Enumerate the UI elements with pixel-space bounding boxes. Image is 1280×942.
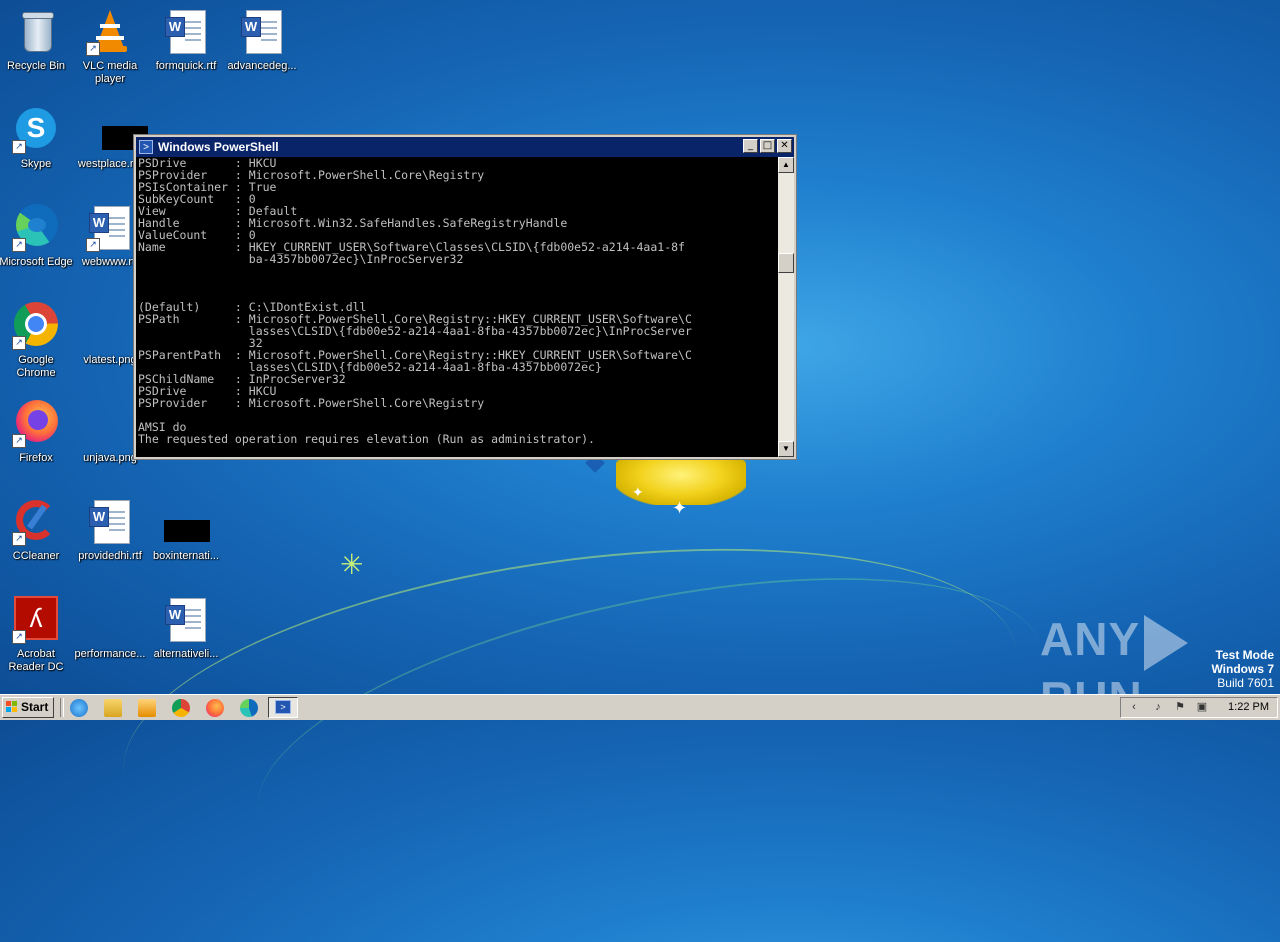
- desktop-icon-performance[interactable]: performance...: [72, 596, 148, 661]
- powershell-window[interactable]: > Windows PowerShell _ □ ✕ PSDrive : HKC…: [133, 134, 797, 460]
- shortcut-arrow-icon: ↗: [12, 238, 26, 252]
- chrome-taskbar-icon[interactable]: [172, 699, 190, 717]
- edge-taskbar-icon[interactable]: [240, 699, 258, 717]
- volume-icon[interactable]: ♪: [1151, 701, 1165, 714]
- tray-expand-icon[interactable]: ‹: [1127, 701, 1141, 714]
- windows-version-line: Windows 7: [1211, 662, 1274, 676]
- chrome-icon: ↗: [12, 302, 60, 350]
- test-mode-line: Test Mode: [1215, 648, 1274, 662]
- action-center-flag-icon[interactable]: ⚑: [1173, 701, 1187, 714]
- desktop-icon-advancedeg[interactable]: W advancedeg...: [224, 8, 300, 73]
- desktop-icon-skype[interactable]: S ↗ Skype: [0, 106, 74, 171]
- desktop-icon-firefox[interactable]: ↗ Firefox: [0, 400, 74, 465]
- desktop-icon-label: Google Chrome: [16, 354, 56, 379]
- desktop-icon-acrobat[interactable]: ʎ ↗ Acrobat Reader DC: [0, 596, 74, 674]
- image-file-icon: [86, 302, 134, 350]
- taskbar: Start > ‹ ♪ ⚑ ▣ 1:22 PM: [0, 694, 1280, 720]
- start-button[interactable]: Start: [2, 697, 54, 718]
- taskbar-separator: [60, 698, 64, 717]
- shortcut-arrow-icon: ↗: [12, 434, 26, 448]
- wallpaper-sparkle: ✦: [632, 484, 644, 500]
- word-document-icon: W ↗: [86, 204, 134, 252]
- shortcut-arrow-icon: ↗: [86, 42, 100, 56]
- test-mode-notice: Test Mode Windows 7 Build 7601: [1211, 648, 1274, 690]
- desktop-icon-edge[interactable]: ↗ Microsoft Edge: [0, 204, 74, 269]
- desktop-icon-label: Recycle Bin: [6, 60, 66, 72]
- desktop-icon-label: VLC media player: [82, 60, 138, 85]
- desktop-icon-providedhi[interactable]: W providedhi.rtf: [72, 498, 148, 563]
- shortcut-arrow-icon: ↗: [12, 630, 26, 644]
- image-thumbnail-icon: [162, 498, 210, 546]
- desktop-icon-recycle-bin[interactable]: Recycle Bin: [0, 8, 74, 73]
- word-document-icon: W: [162, 596, 210, 644]
- wallpaper-sparkle: ✦: [672, 498, 688, 518]
- play-logo-icon: [1144, 614, 1189, 671]
- shortcut-arrow-icon: ↗: [12, 140, 26, 154]
- desktop-icon-label: advancedeg...: [227, 60, 297, 72]
- build-line: Build 7601: [1217, 676, 1274, 690]
- vlc-cone-icon: ↗: [86, 8, 134, 56]
- powershell-icon: >: [139, 140, 153, 154]
- acrobat-icon: ʎ ↗: [12, 596, 60, 644]
- powershell-icon: >: [275, 700, 291, 714]
- shortcut-arrow-icon: ↗: [12, 532, 26, 546]
- desktop-icon-vlc[interactable]: ↗ VLC media player: [72, 8, 148, 86]
- firefox-taskbar-icon[interactable]: [206, 699, 224, 717]
- desktop-icon-alternativeli[interactable]: W alternativeli...: [148, 596, 224, 661]
- desktop-icon-label: Microsoft Edge: [0, 256, 73, 268]
- console-text: PSDrive : HKCU PSProvider : Microsoft.Po…: [138, 157, 692, 446]
- start-label: Start: [21, 700, 49, 714]
- desktop-icon-label: Acrobat Reader DC: [8, 648, 64, 673]
- window-title: Windows PowerShell: [158, 140, 279, 154]
- desktop-icon-boxinternati[interactable]: boxinternati...: [148, 498, 224, 563]
- word-document-icon: W: [238, 8, 286, 56]
- file-icon: [86, 596, 134, 644]
- word-document-icon: W: [86, 498, 134, 546]
- desktop-icon-label: CCleaner: [12, 550, 60, 562]
- windows-flag-icon: [6, 701, 18, 713]
- shortcut-arrow-icon: ↗: [12, 336, 26, 350]
- maximize-button[interactable]: □: [760, 139, 775, 153]
- desktop-icon-label: performance...: [74, 648, 146, 660]
- desktop-icon-ccleaner[interactable]: ↗ CCleaner: [0, 498, 74, 563]
- recycle-bin-icon: [12, 8, 60, 56]
- vertical-scrollbar[interactable]: ▲ ▼: [778, 157, 794, 457]
- minimize-button[interactable]: _: [743, 139, 758, 153]
- scroll-down-button[interactable]: ▼: [778, 441, 794, 457]
- firefox-icon: ↗: [12, 400, 60, 448]
- image-thumbnail-icon: [86, 106, 148, 154]
- scrollbar-thumb[interactable]: [778, 253, 794, 273]
- word-document-icon: W: [162, 8, 210, 56]
- file-explorer-icon[interactable]: [104, 699, 122, 717]
- desktop-icon-label: providedhi.rtf: [78, 550, 142, 562]
- clock[interactable]: 1:22 PM: [1228, 701, 1269, 713]
- taskbar-powershell-button[interactable]: >: [268, 697, 298, 718]
- network-icon[interactable]: ▣: [1195, 701, 1209, 714]
- desktop-icon-label: Skype: [20, 158, 52, 170]
- shortcut-arrow-icon: ↗: [86, 238, 100, 252]
- desktop-icon-formquick[interactable]: W formquick.rtf: [148, 8, 224, 73]
- scroll-up-button[interactable]: ▲: [778, 157, 794, 173]
- desktop-icon-label: formquick.rtf: [155, 60, 217, 72]
- edge-icon: ↗: [12, 204, 60, 252]
- desktop-icon-label: alternativeli...: [153, 648, 219, 660]
- watermark-text-left: ANY: [1040, 613, 1141, 665]
- close-button[interactable]: ✕: [777, 139, 792, 153]
- ccleaner-icon: ↗: [12, 498, 60, 546]
- image-file-icon: [86, 400, 134, 448]
- wallpaper-sparkle: ✳: [340, 549, 364, 580]
- console-output[interactable]: PSDrive : HKCU PSProvider : Microsoft.Po…: [136, 157, 778, 457]
- skype-icon: S ↗: [12, 106, 60, 154]
- window-titlebar[interactable]: > Windows PowerShell _ □ ✕: [136, 137, 794, 157]
- media-player-icon[interactable]: [138, 699, 156, 717]
- internet-explorer-icon[interactable]: [70, 699, 88, 717]
- desktop-icon-chrome[interactable]: ↗ Google Chrome: [0, 302, 74, 380]
- desktop-icon-label: boxinternati...: [152, 550, 220, 562]
- system-tray: ‹ ♪ ⚑ ▣ 1:22 PM: [1120, 697, 1278, 718]
- desktop-icon-label: Firefox: [19, 452, 53, 464]
